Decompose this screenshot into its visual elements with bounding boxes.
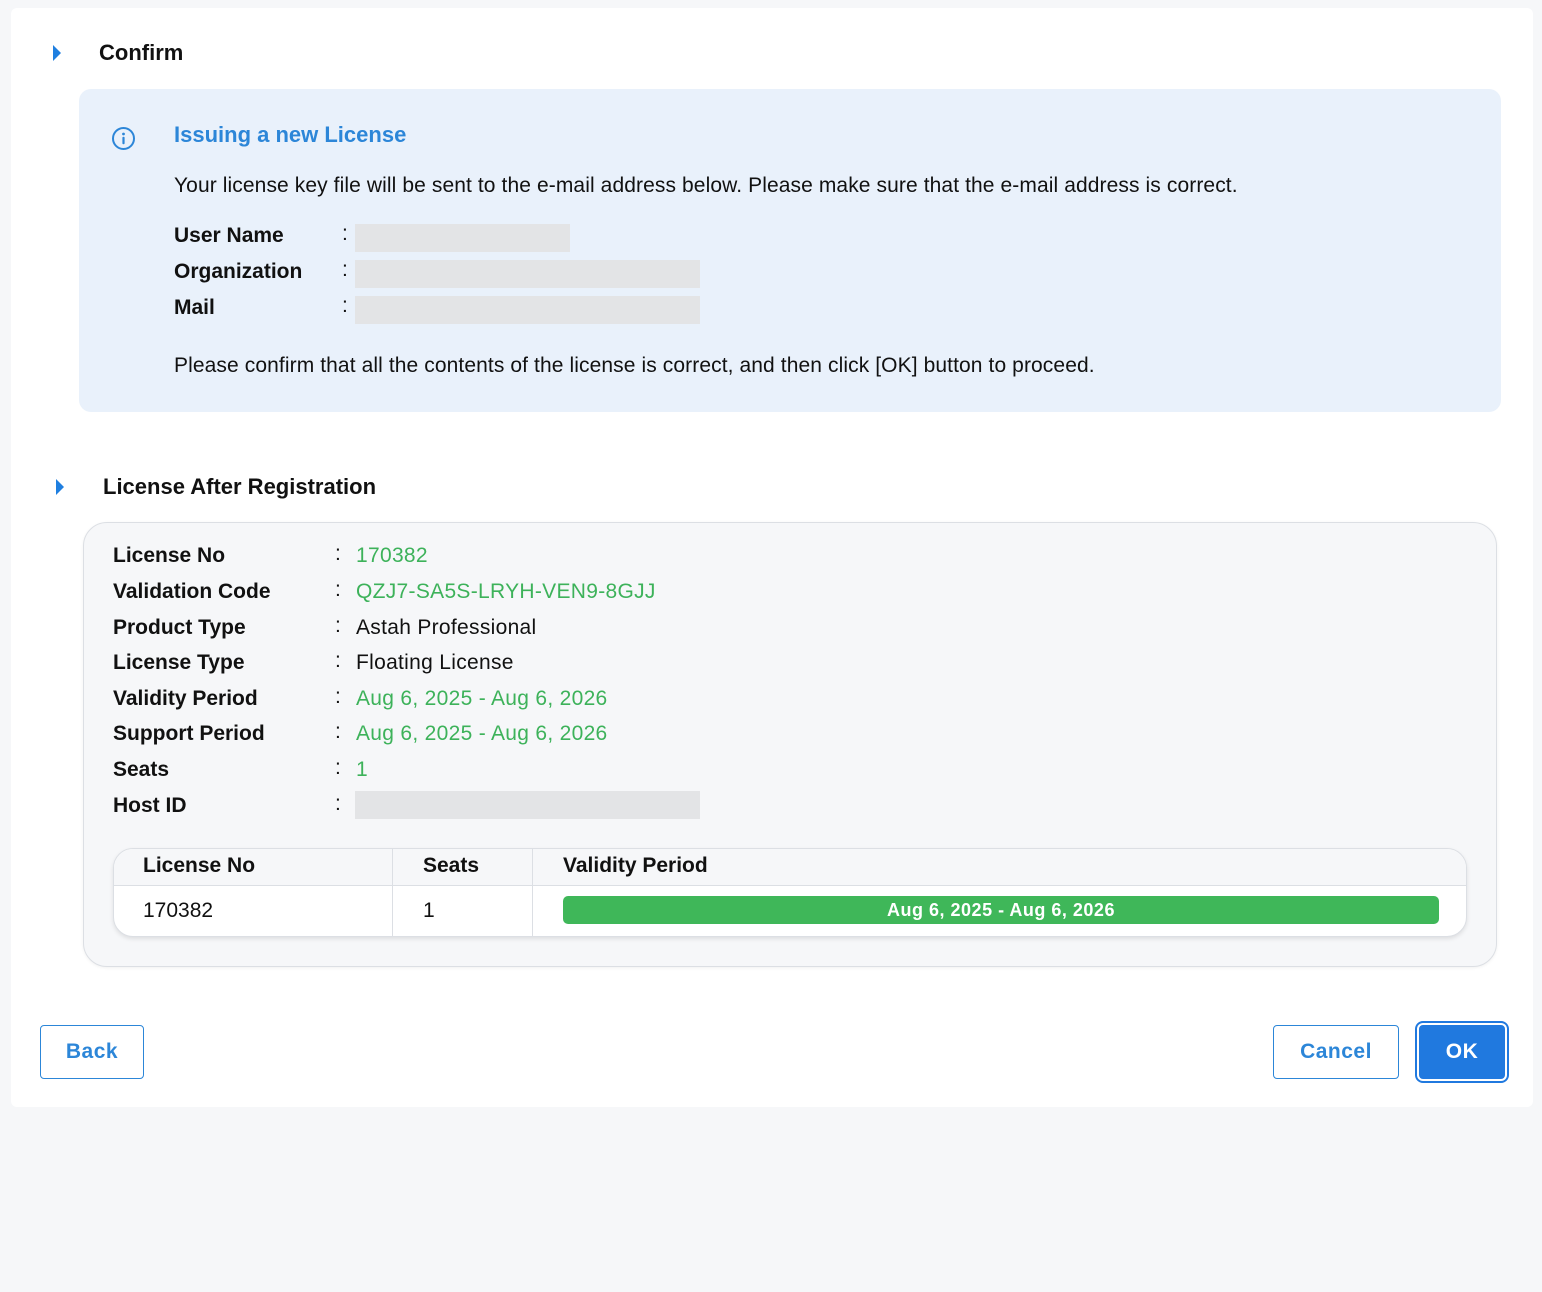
host-id-colon: : xyxy=(335,792,341,815)
host-id-redacted xyxy=(355,791,700,819)
organization-label: Organization xyxy=(174,260,303,283)
caret-right-icon xyxy=(56,479,64,495)
ok-button[interactable]: OK xyxy=(1419,1025,1505,1079)
info-icon xyxy=(112,127,135,150)
support-period-label: Support Period xyxy=(113,722,265,745)
column-header-license-no: License No xyxy=(143,854,256,877)
column-header-seats: Seats xyxy=(423,854,480,877)
column-divider xyxy=(392,849,393,936)
back-button[interactable]: Back xyxy=(40,1025,144,1079)
info-message: Your license key file will be sent to th… xyxy=(174,174,1238,197)
license-table: License No Seats Validity Period 170382 … xyxy=(113,848,1467,937)
organization-colon: : xyxy=(342,258,348,281)
confirm-note: Please confirm that all the contents of … xyxy=(174,354,1095,377)
license-type-colon: : xyxy=(335,649,341,672)
mail-redacted xyxy=(355,296,700,324)
confirm-section-title: Confirm xyxy=(99,40,184,65)
seats-label: Seats xyxy=(113,758,170,781)
product-type-label: Product Type xyxy=(113,616,246,639)
validity-period-bar: Aug 6, 2025 - Aug 6, 2026 xyxy=(563,896,1439,924)
confirm-section-header: Confirm xyxy=(53,40,183,66)
product-type-value: Astah Professional xyxy=(356,616,537,639)
user-name-label: User Name xyxy=(174,224,284,247)
validation-code-colon: : xyxy=(335,578,341,601)
table-header xyxy=(114,849,1466,886)
support-period-value: Aug 6, 2025 - Aug 6, 2026 xyxy=(356,722,608,745)
validity-period-label: Validity Period xyxy=(113,687,258,710)
user-name-colon: : xyxy=(342,222,348,245)
column-header-validity-period: Validity Period xyxy=(563,854,708,877)
license-section-title: License After Registration xyxy=(103,474,377,499)
support-period-colon: : xyxy=(335,720,341,743)
license-type-value: Floating License xyxy=(356,651,514,674)
mail-colon: : xyxy=(342,294,348,317)
seats-value: 1 xyxy=(356,758,368,781)
user-name-redacted xyxy=(355,224,570,252)
mail-label: Mail xyxy=(174,296,215,319)
seats-colon: : xyxy=(335,756,341,779)
cell-license-no: 170382 xyxy=(143,899,214,922)
license-no-value: 170382 xyxy=(356,544,428,567)
column-divider xyxy=(532,849,533,936)
host-id-label: Host ID xyxy=(113,794,187,817)
license-no-colon: : xyxy=(335,542,341,565)
license-section-header: License After Registration xyxy=(56,474,376,500)
caret-right-icon xyxy=(53,45,61,61)
organization-redacted xyxy=(355,260,700,288)
product-type-colon: : xyxy=(335,614,341,637)
license-type-label: License Type xyxy=(113,651,245,674)
validation-code-label: Validation Code xyxy=(113,580,271,603)
validity-period-value: Aug 6, 2025 - Aug 6, 2026 xyxy=(356,687,608,710)
cell-seats: 1 xyxy=(423,899,435,922)
info-title: Issuing a new License xyxy=(174,122,407,147)
cancel-button[interactable]: Cancel xyxy=(1273,1025,1399,1079)
validity-period-colon: : xyxy=(335,685,341,708)
validation-code-value: QZJ7-SA5S-LRYH-VEN9-8GJJ xyxy=(356,580,656,603)
license-no-label: License No xyxy=(113,544,226,567)
